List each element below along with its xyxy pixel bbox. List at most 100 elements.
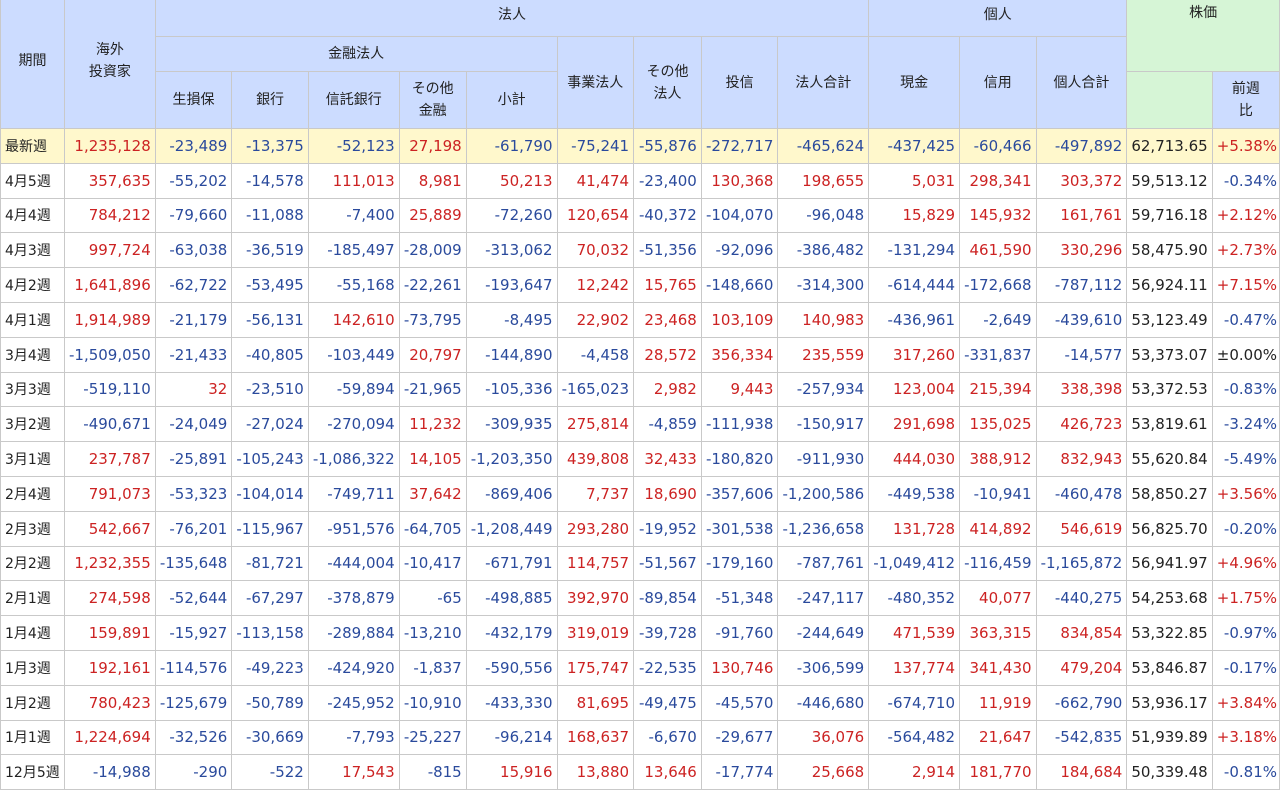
table-cell: -25,891 [154,441,233,477]
table-cell: 1,232,355 [63,545,156,582]
table-cell: -19,952 [633,510,702,547]
table-cell: -67,297 [231,580,309,617]
header-margin: 信用 [959,36,1037,129]
table-cell: -440,275 [1035,580,1128,617]
table-cell: -49,223 [231,649,309,686]
table-row: 2月4週 791,073 -53,323 -104,014 -749,711 37,642… [0,475,1280,512]
table-cell: -125,679 [154,684,233,721]
table-cell: -91,760 [700,615,779,651]
table-cell: 11,232 [398,406,467,443]
header-wow: 前週 比 [1211,71,1280,129]
table-cell: -2,649 [959,301,1037,338]
table-cell: -433,330 [465,684,558,721]
table-cell: -542,835 [1035,719,1128,756]
table-cell: -7,793 [307,719,400,756]
header-trust-bank: 信託銀行 [307,71,400,129]
table-cell: -1,509,050 [63,336,156,373]
table-cell: -39,728 [633,615,702,651]
cell-period: 2月3週 [0,510,65,547]
table-cell: -301,538 [700,510,779,547]
table-cell: -22,535 [633,649,702,686]
table-cell: -480,352 [868,580,960,617]
table-cell: -131,294 [868,232,960,269]
table-cell: 32,433 [633,441,702,477]
table-cell: -27,024 [231,406,309,443]
table-cell: -245,952 [307,684,400,721]
table-cell: -105,243 [231,441,309,477]
cell-period: 4月4週 [0,197,65,234]
table-cell: -5.49% [1211,441,1280,477]
table-cell: 168,637 [556,719,635,756]
table-cell: -951,576 [307,510,400,547]
header-corp-total: 法人合計 [777,36,870,129]
table-cell: 414,892 [959,510,1037,547]
table-cell: 13,646 [633,754,702,791]
table-row: 1月3週 192,161 -114,576 -49,223 -424,920 -1,837… [0,649,1280,686]
table-cell: -674,710 [868,684,960,721]
table-cell: -314,300 [777,267,870,303]
table-cell: 58,475.90 [1126,232,1213,269]
table-cell: -61,790 [465,128,558,164]
table-cell: 235,559 [777,336,870,373]
table-cell: 317,260 [868,336,960,373]
table-cell: -64,705 [398,510,467,547]
table-cell: -40,372 [633,197,702,234]
table-cell: -437,425 [868,128,960,164]
table-cell: -272,717 [700,128,779,164]
table-cell: -257,934 [777,371,870,408]
table-cell: 54,253.68 [1126,580,1213,617]
table-cell: 159,891 [63,615,156,651]
table-cell: 15,829 [868,197,960,234]
table-cell: 120,654 [556,197,635,234]
table-cell: 293,280 [556,510,635,547]
table-row: 2月1週 274,598 -52,644 -67,297 -378,879 -65 -498… [0,580,1280,617]
table-cell: -23,510 [231,371,309,408]
table-cell: 145,932 [959,197,1037,234]
table-cell: -36,519 [231,232,309,269]
table-cell: -8,495 [465,301,558,338]
table-cell: 426,723 [1035,406,1128,443]
table-row: 最新週 1,235,128 -23,489 -13,375 -52,123 27,198-… [0,128,1280,164]
table-body: 最新週 1,235,128 -23,489 -13,375 -52,123 27,198-… [0,128,1280,791]
table-cell: 341,430 [959,649,1037,686]
table-cell: -180,820 [700,441,779,477]
table-cell: 53,819.61 [1126,406,1213,443]
table-cell: 13,880 [556,754,635,791]
header-other-corp: その他 法人 [633,36,702,129]
table-cell: -3.24% [1211,406,1280,443]
table-row: 4月3週 997,724 -63,038 -36,519 -185,497 -28,009… [0,232,1280,269]
table-cell: +3.84% [1211,684,1280,721]
table-cell: -104,070 [700,197,779,234]
table-cell: -76,201 [154,510,233,547]
table-cell: -13,210 [398,615,467,651]
table-cell: -1,200,586 [777,475,870,512]
cell-period: 3月1週 [0,441,65,477]
table-cell: -247,117 [777,580,870,617]
table-cell: 14,105 [398,441,467,477]
table-row: 4月1週 1,914,989 -21,179 -56,131 142,610 -73,79… [0,301,1280,338]
cell-period: 4月5週 [0,162,65,199]
table-cell: 55,620.84 [1126,441,1213,477]
table-cell: -289,884 [307,615,400,651]
table-cell: 53,936.17 [1126,684,1213,721]
table-cell: +2.73% [1211,232,1280,269]
table-cell: 15,916 [465,754,558,791]
table-cell: 51,939.89 [1126,719,1213,756]
cell-period: 2月2週 [0,545,65,582]
table-cell: 161,761 [1035,197,1128,234]
table-cell: 439,808 [556,441,635,477]
table-cell: -0.20% [1211,510,1280,547]
table-cell: 18,690 [633,475,702,512]
cell-period: 3月3週 [0,371,65,408]
table-cell: 40,077 [959,580,1037,617]
table-cell: 56,924.11 [1126,267,1213,303]
table-cell: +4.96% [1211,545,1280,582]
table-cell: 53,322.85 [1126,615,1213,651]
table-cell: 8,981 [398,162,467,199]
table-cell: -815 [398,754,467,791]
cell-period: 2月4週 [0,475,65,512]
table-cell: 37,642 [398,475,467,512]
table-cell: 2,914 [868,754,960,791]
table-cell: 25,889 [398,197,467,234]
table-cell: 142,610 [307,301,400,338]
